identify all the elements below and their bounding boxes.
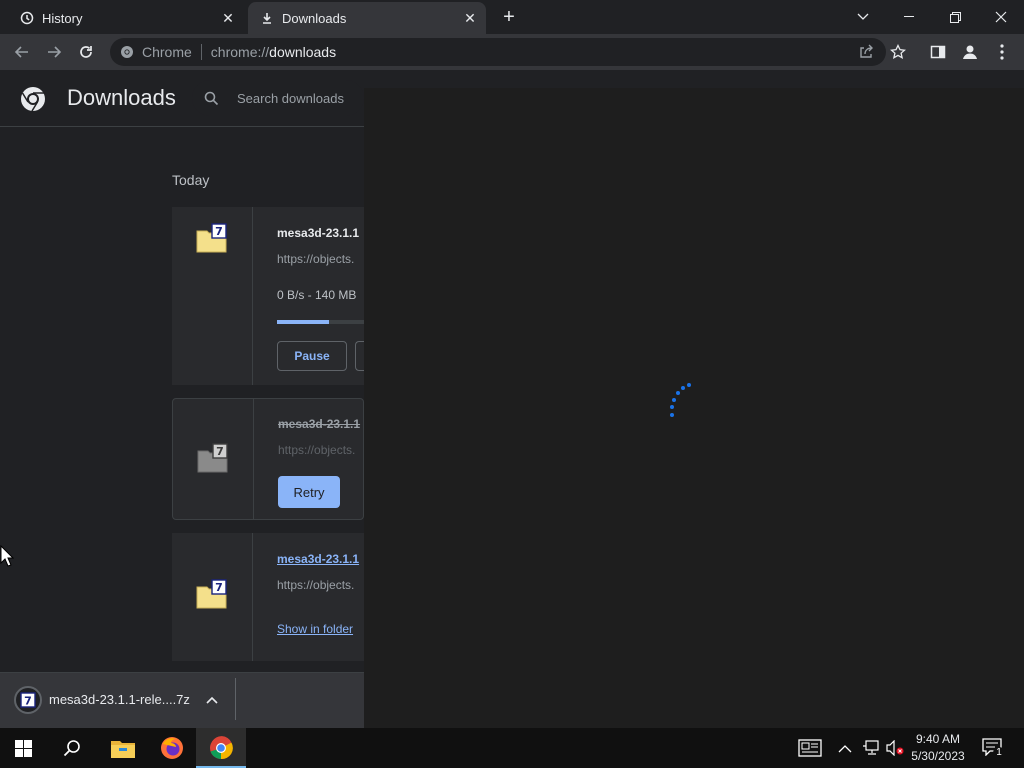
chevron-up-icon[interactable]	[202, 690, 222, 710]
clock-time: 9:40 AM	[915, 732, 961, 746]
chevron-up-icon[interactable]	[838, 741, 852, 759]
back-button[interactable]	[12, 42, 32, 62]
retry-button[interactable]: Retry	[278, 476, 340, 508]
show-in-folder-link[interactable]: Show in folder	[277, 622, 364, 636]
new-tab-button[interactable]: +	[498, 6, 520, 28]
download-file-name[interactable]: mesa3d-23.1.1	[277, 226, 364, 240]
search-icon[interactable]	[63, 739, 81, 762]
shelf-divider	[235, 678, 236, 720]
url-prefix: chrome://	[210, 44, 270, 60]
archive-file-icon: 7	[14, 686, 42, 714]
tab-history[interactable]: History ✕	[8, 2, 244, 34]
search-downloads-input[interactable]: Search downloads	[192, 80, 364, 116]
system-clock[interactable]: 9:40 AM 5/30/2023	[904, 731, 972, 765]
reload-button[interactable]	[76, 42, 96, 62]
download-file-name[interactable]: mesa3d-23.1.1	[277, 552, 364, 566]
news-widget-icon[interactable]	[798, 739, 822, 762]
archive-file-icon: 7	[197, 443, 228, 473]
bookmark-star-icon[interactable]	[888, 42, 908, 62]
search-icon	[204, 91, 219, 106]
profile-avatar-icon[interactable]	[960, 42, 980, 62]
svg-text:7: 7	[215, 225, 223, 238]
notification-center-icon[interactable]: 1	[982, 738, 1006, 760]
history-icon	[20, 11, 34, 25]
archive-file-icon: 7	[196, 579, 227, 609]
loading-spinner-icon	[670, 383, 691, 417]
address-divider	[200, 44, 202, 60]
download-status: 0 B/s - 140 MB	[277, 288, 357, 302]
firefox-icon[interactable]	[160, 736, 184, 765]
close-window-button[interactable]	[978, 2, 1024, 32]
download-item: 7 mesa3d-23.1.1 https://objects. Show in…	[172, 533, 364, 661]
download-source-url[interactable]: https://objects.	[277, 578, 364, 592]
tab-search-icon[interactable]	[840, 2, 886, 32]
close-tab-icon[interactable]: ✕	[462, 10, 478, 26]
chrome-logo-icon	[120, 45, 134, 59]
notification-count-badge: 1	[993, 747, 1005, 759]
clock-date: 5/30/2023	[911, 749, 965, 763]
loading-overlay	[364, 88, 1024, 728]
archive-file-icon: 7	[196, 223, 227, 253]
windows-start-icon[interactable]	[15, 740, 32, 762]
pause-button[interactable]: Pause	[277, 341, 347, 371]
restore-button[interactable]	[932, 2, 978, 32]
side-panel-icon[interactable]	[928, 42, 948, 62]
address-bar[interactable]: Chrome chrome://downloads	[110, 38, 886, 66]
network-icon[interactable]	[862, 740, 880, 761]
section-date-label: Today	[172, 172, 210, 188]
download-progress-fill	[277, 320, 330, 324]
tab-downloads-title: Downloads	[282, 10, 347, 26]
download-item: 7 mesa3d-23.1.1 https://objects. Retry	[172, 398, 364, 520]
tab-downloads[interactable]: Downloads ✕	[248, 2, 486, 34]
volume-muted-icon[interactable]	[886, 739, 904, 761]
menu-kebab-icon[interactable]	[992, 42, 1012, 62]
search-placeholder: Search downloads	[237, 90, 344, 106]
origin-chip-label: Chrome	[142, 44, 192, 60]
close-tab-icon[interactable]: ✕	[220, 10, 236, 26]
download-source-url[interactable]: https://objects.	[277, 252, 364, 266]
shelf-file-label[interactable]: mesa3d-23.1.1-rele....7z	[49, 692, 190, 707]
url-host: downloads	[269, 44, 337, 60]
mouse-cursor-icon	[0, 545, 14, 567]
download-item: 7 mesa3d-23.1.1 https://objects. 0 B/s -…	[172, 207, 375, 385]
chrome-logo-icon	[20, 86, 46, 117]
chrome-taskbar-button[interactable]	[196, 728, 246, 768]
svg-text:7: 7	[24, 695, 32, 708]
tab-history-title: History	[42, 10, 83, 26]
download-file-name: mesa3d-23.1.1	[278, 417, 361, 431]
minimize-button[interactable]	[886, 2, 932, 32]
chrome-logo-icon	[210, 736, 233, 760]
file-explorer-icon[interactable]	[111, 738, 135, 763]
forward-button[interactable]	[44, 42, 64, 62]
page-title: Downloads	[67, 85, 176, 110]
svg-text:7: 7	[216, 445, 224, 458]
share-icon[interactable]	[856, 42, 876, 62]
download-icon	[263, 13, 271, 24]
download-source-url[interactable]: https://objects.	[278, 443, 365, 457]
download-progress-track	[277, 320, 364, 324]
svg-text:7: 7	[215, 581, 223, 594]
